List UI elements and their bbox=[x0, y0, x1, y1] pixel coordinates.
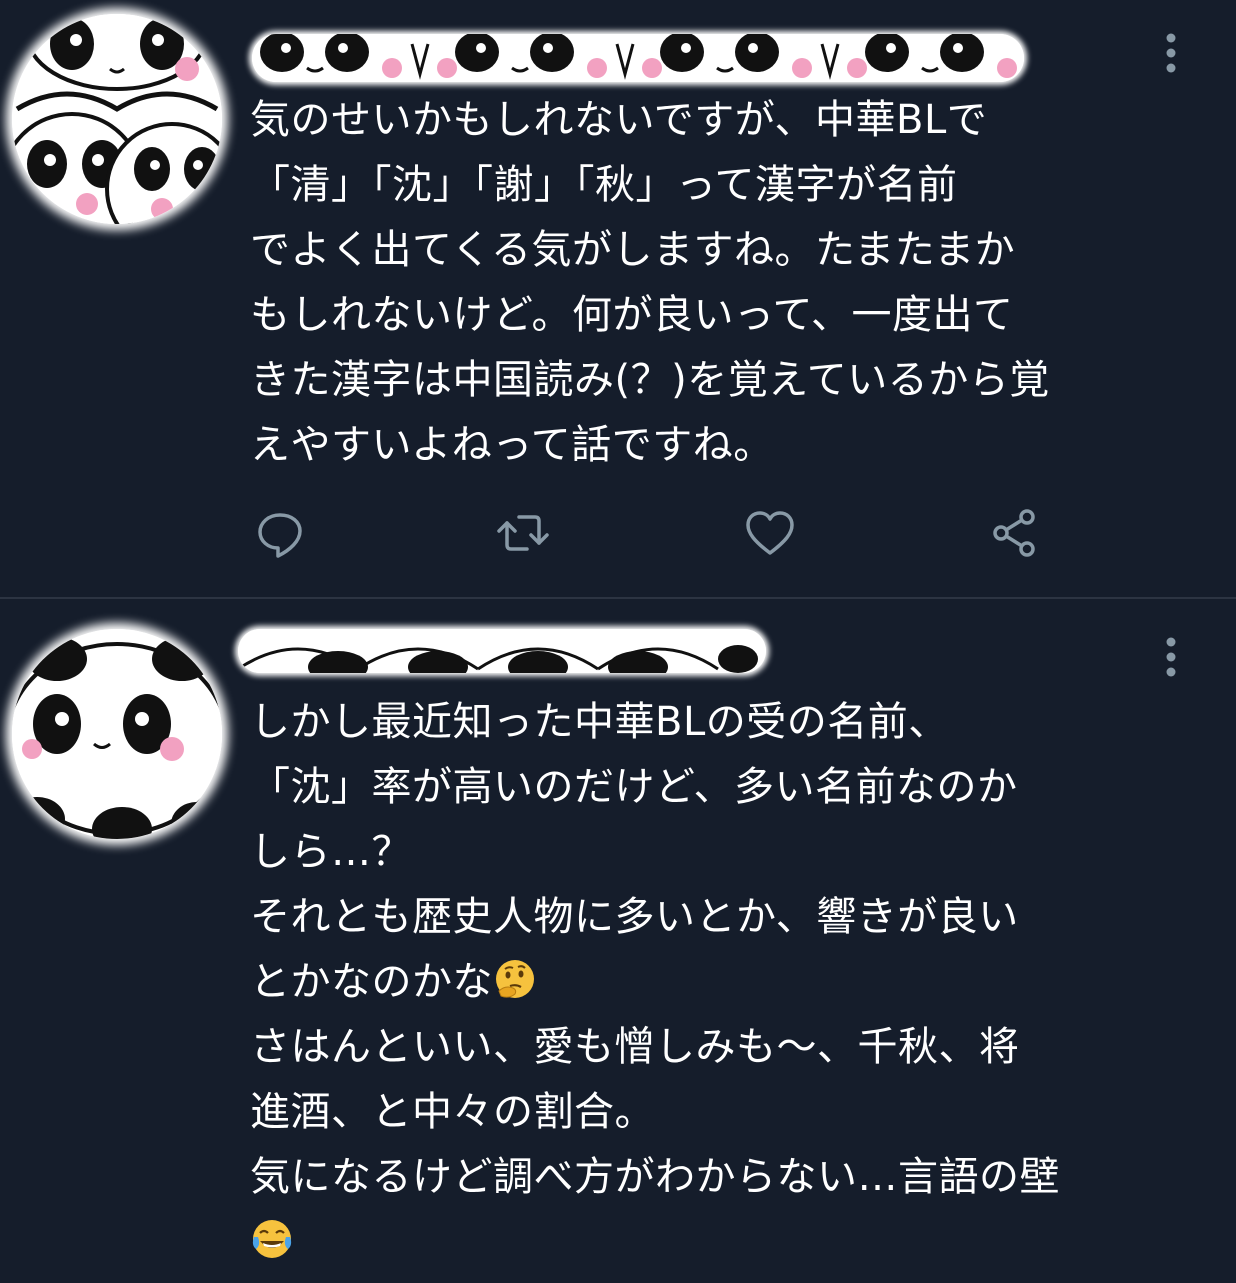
reply-button[interactable] bbox=[252, 505, 308, 561]
tweet-text-line: でよく出てくる気がしますね。たまたまか bbox=[250, 227, 1016, 273]
panda-avatar-icon bbox=[12, 14, 222, 224]
tweet-text-line: 気になるけど調べ方がわからない…言語の壁 bbox=[250, 1154, 1060, 1200]
face-with-tears-of-joy-emoji bbox=[250, 1217, 294, 1261]
tweet-text-line: とかなのかな bbox=[250, 950, 1210, 1015]
tweet[interactable]: 気のせいかもしれないですが、中華BLで 「清」「沈」「謝」「秋」って漢字が名前でよ… bbox=[0, 0, 1236, 597]
tweet-text-line: しら…？ bbox=[250, 829, 412, 875]
more-options-button[interactable] bbox=[1156, 28, 1186, 78]
retweet-button[interactable] bbox=[495, 505, 551, 561]
tweet-text-line: しかし最近知った中華BLの受の名前、 bbox=[250, 699, 949, 745]
tweet-text-line: 「沈」率が高いのだけど、多い名前なのか bbox=[250, 764, 1018, 810]
tweet-text: 気のせいかもしれないですが、中華BLで 「清」「沈」「謝」「秋」って漢字が名前でよ… bbox=[250, 88, 1210, 478]
avatar[interactable] bbox=[12, 629, 222, 839]
tweet-text-segment: とかなのかな bbox=[250, 959, 493, 1005]
more-vertical-icon bbox=[1166, 33, 1176, 73]
tweet-text-line bbox=[250, 1210, 1210, 1275]
tweet-text-line: それとも歴史人物に多いとか、響きが良い bbox=[250, 894, 1019, 940]
share-button[interactable] bbox=[987, 505, 1043, 561]
retweet-icon bbox=[497, 515, 549, 551]
panda-sticker-censor bbox=[238, 629, 766, 673]
tweet-text-line: もしれないけど。何が良いって、一度出て bbox=[250, 292, 1014, 338]
panda-avatar-icon bbox=[12, 629, 222, 839]
display-name-censored[interactable] bbox=[238, 629, 766, 673]
share-icon bbox=[993, 509, 1035, 557]
tweet-text-line: さはんといい、愛も憎しみも〜、千秋、将 bbox=[250, 1024, 1020, 1070]
more-vertical-icon bbox=[1166, 637, 1176, 677]
thinking-face-emoji bbox=[493, 957, 537, 1001]
tweet-text-line: きた漢字は中国読み(？)を覚えているから覚 bbox=[250, 357, 1050, 403]
like-button[interactable] bbox=[742, 505, 798, 561]
tweet-text-line: 気のせいかもしれないですが、中華BLで bbox=[250, 97, 988, 143]
panda-sticker-censor bbox=[252, 34, 1024, 82]
tweet[interactable]: しかし最近知った中華BLの受の名前、「沈」率が高いのだけど、多い名前なのか しら…… bbox=[0, 599, 1236, 1283]
more-options-button[interactable] bbox=[1156, 632, 1186, 682]
tweet-text: しかし最近知った中華BLの受の名前、「沈」率が高いのだけど、多い名前なのか しら…… bbox=[250, 690, 1210, 1275]
tweet-text-line: えやすいよねって話ですね。 bbox=[250, 422, 774, 468]
display-name-censored[interactable] bbox=[252, 34, 1024, 82]
tweet-text-line: 「清」「沈」「謝」「秋」って漢字が名前 bbox=[250, 162, 958, 208]
heart-icon bbox=[746, 511, 794, 555]
tweet-text-line: 進酒、と中々の割合。 bbox=[250, 1089, 655, 1135]
reply-icon bbox=[258, 513, 302, 558]
avatar[interactable] bbox=[12, 14, 222, 224]
tweet-actions bbox=[250, 505, 1050, 565]
